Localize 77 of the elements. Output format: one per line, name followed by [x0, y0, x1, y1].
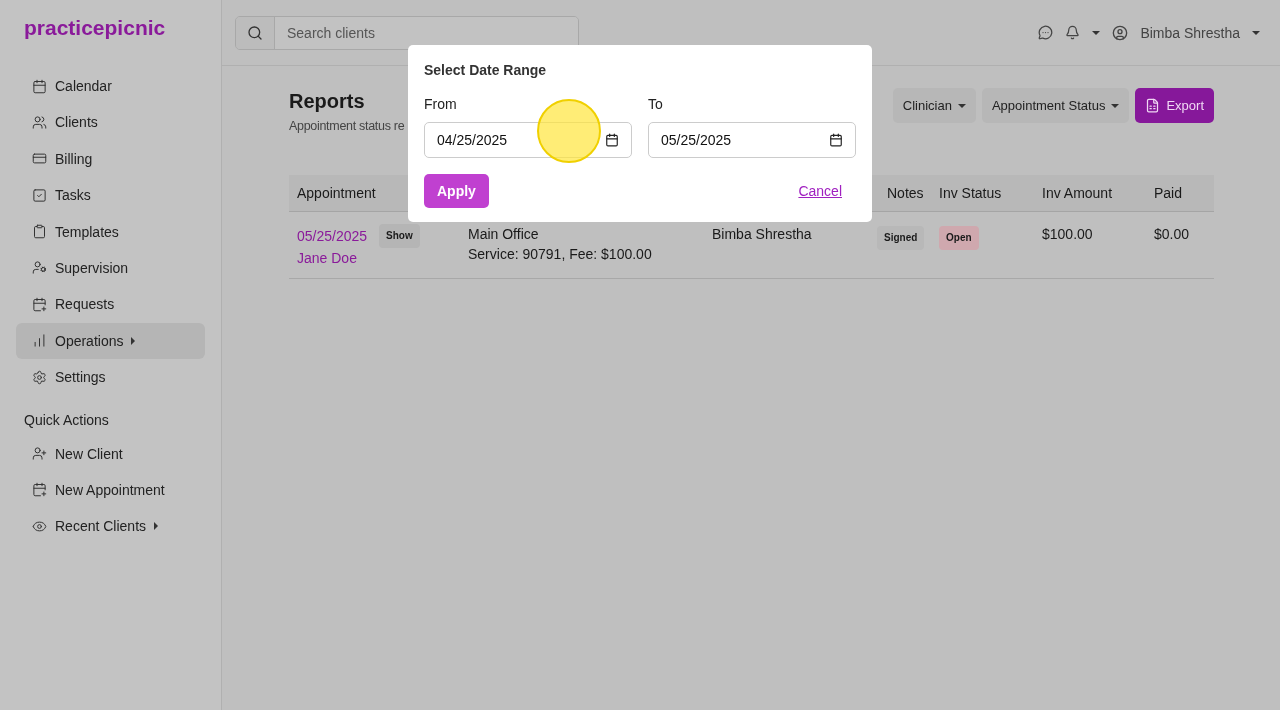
- quick-action-item[interactable]: New Appointment: [16, 471, 205, 508]
- table-cell-text: $100.00: [1042, 225, 1094, 244]
- clipboard-icon: [32, 224, 47, 240]
- client-link[interactable]: Jane Doe: [297, 248, 460, 268]
- page-subtitle: Appointment status re: [289, 119, 405, 133]
- quick-action-label: Recent Clients: [55, 518, 147, 535]
- sidebar-item-label: Supervision: [55, 259, 129, 276]
- sidebar-item[interactable]: Supervision: [16, 249, 205, 286]
- sidebar-item[interactable]: Calendar: [16, 68, 205, 104]
- calendar-icon: [32, 78, 47, 94]
- column-header: Appointment: [297, 185, 376, 201]
- sidebar-item-label: Templates: [55, 223, 119, 240]
- field-label: From: [424, 96, 458, 112]
- quick-action-item[interactable]: Recent Clients: [16, 508, 205, 545]
- clinician-name: Bimba Shrestha: [712, 225, 813, 244]
- sidebar-item[interactable]: Templates: [16, 213, 205, 250]
- caret-icon: [957, 103, 966, 108]
- sidebar-item-label: Tasks: [55, 187, 91, 204]
- apply-button[interactable]: Apply: [424, 174, 489, 208]
- user-name: Bimba Shrestha: [1140, 24, 1240, 41]
- service-text: Service: 90791, Fee: $100.00: [468, 245, 653, 264]
- spreadsheet-icon: [1145, 98, 1161, 113]
- calendar-icon: [829, 133, 843, 147]
- bell-icon[interactable]: [1065, 25, 1081, 40]
- chat-icon[interactable]: [1038, 25, 1054, 40]
- status-tag: Show: [379, 224, 420, 248]
- sidebar-item-label: Settings: [55, 369, 106, 386]
- caret-icon: [1092, 30, 1101, 35]
- dialog-title: Select Date Range: [424, 62, 548, 78]
- sidebar-item[interactable]: Requests: [16, 286, 205, 323]
- column-header: Notes: [886, 185, 925, 201]
- invoice-status-tag: Open: [939, 226, 979, 250]
- sidebar-item-label: Billing: [55, 150, 93, 167]
- bar-chart-icon: [32, 333, 47, 349]
- settings-icon: [32, 369, 47, 385]
- quick-action-label: New Client: [55, 445, 123, 462]
- section-title: Quick Actions: [23, 411, 110, 428]
- user-avatar-icon: [1112, 24, 1129, 41]
- eye-icon: [32, 518, 47, 534]
- caret-icon: [1111, 103, 1120, 108]
- caret-icon: [1252, 30, 1260, 35]
- appointment-date-link[interactable]: 05/25/2025: [297, 226, 368, 246]
- column-header: Paid: [1153, 185, 1184, 201]
- table-cell-text: $0.00: [1154, 225, 1191, 244]
- quick-action-item[interactable]: New Client: [16, 435, 205, 472]
- notes-status-tag: Signed: [877, 226, 925, 250]
- location-text: Main Office: [468, 225, 540, 244]
- export-button[interactable]: Export: [1135, 88, 1214, 123]
- filter-dropdown[interactable]: Appointment Status: [981, 88, 1130, 123]
- search-field[interactable]: Search clients: [235, 15, 579, 50]
- filter-dropdown[interactable]: Clinician: [892, 88, 976, 123]
- checkbox-icon: [32, 187, 47, 203]
- sidebar-item-label: Clients: [55, 114, 98, 131]
- sidebar-item-label: Calendar: [55, 78, 112, 94]
- column-header: Inv Amount: [1041, 185, 1114, 201]
- field-label: To: [648, 96, 664, 112]
- sidebar-item-label: Operations: [55, 332, 124, 349]
- user-gear-icon: [32, 260, 47, 276]
- user-plus-icon: [32, 446, 47, 461]
- sidebar-item[interactable]: Billing: [16, 140, 205, 177]
- sidebar-item[interactable]: Clients: [16, 104, 205, 141]
- sidebar-item[interactable]: Operations: [16, 322, 205, 359]
- page-title: Reports: [289, 90, 366, 113]
- search-icon: [247, 24, 263, 41]
- sidebar-item-label: Requests: [55, 296, 115, 313]
- column-header: Inv Status: [938, 185, 1003, 201]
- sidebar-item[interactable]: Settings: [16, 359, 205, 396]
- cancel-link[interactable]: Cancel: [798, 183, 842, 199]
- calendar-plus-icon: [32, 482, 47, 498]
- users-icon: [32, 114, 47, 130]
- brand-logo: practicepicnic: [23, 16, 167, 40]
- credit-card-icon: [32, 151, 47, 167]
- quick-action-label: New Appointment: [55, 481, 165, 498]
- sidebar-item[interactable]: Tasks: [16, 177, 205, 214]
- date-input-field[interactable]: 05/25/2025: [648, 122, 856, 158]
- calendar-icon: [605, 133, 619, 147]
- calendar-plus-icon: [32, 296, 47, 312]
